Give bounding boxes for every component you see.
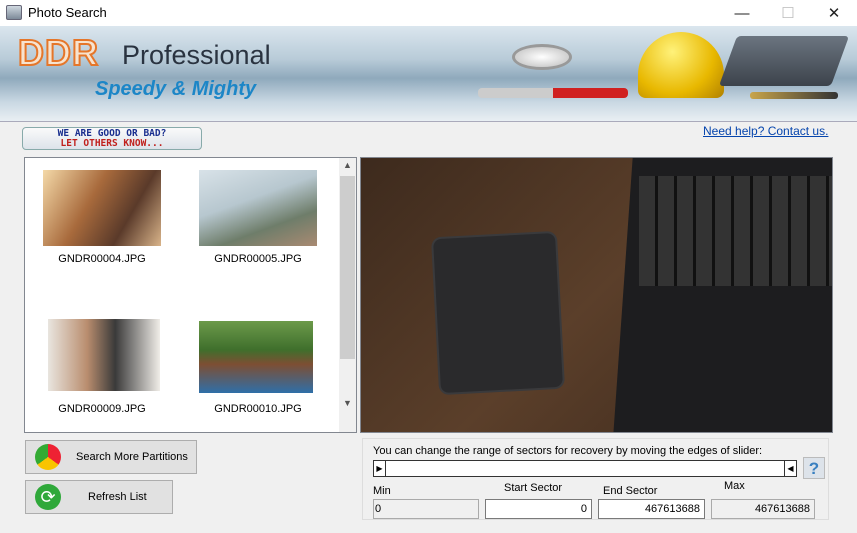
- book-icon: [718, 36, 850, 86]
- max-field: 467613688: [711, 499, 815, 519]
- search-more-label: Search More Partitions: [76, 451, 188, 463]
- pie-chart-icon: [35, 444, 61, 470]
- scroll-up-icon[interactable]: ▲: [343, 160, 352, 170]
- keyboard-image: [639, 176, 832, 286]
- photo-list[interactable]: GNDR00004.JPG GNDR00005.JPG GNDR00009.JP…: [24, 157, 357, 433]
- file-name: GNDR00004.JPG: [58, 253, 146, 265]
- feedback-button[interactable]: WE ARE GOOD OR BAD? LET OTHERS KNOW...: [22, 127, 202, 150]
- sector-instruction: You can change the range of sectors for …: [373, 445, 763, 457]
- thumbnail[interactable]: [48, 319, 160, 391]
- refresh-icon: ⟳: [35, 484, 61, 510]
- magnifier-icon: [512, 44, 572, 70]
- sector-range-group: You can change the range of sectors for …: [362, 438, 829, 520]
- pen-icon: [750, 92, 838, 99]
- logo-product: Professional: [122, 40, 271, 70]
- end-sector-input[interactable]: 467613688: [598, 499, 705, 519]
- file-name: GNDR00005.JPG: [214, 253, 302, 265]
- app-icon: [6, 5, 22, 20]
- help-button[interactable]: ?: [803, 457, 825, 479]
- refresh-list-button[interactable]: ⟳ Refresh List: [25, 480, 173, 514]
- hard-drive-image: [433, 232, 563, 394]
- close-button[interactable]: ✕: [811, 0, 857, 26]
- feedback-line2: LET OTHERS KNOW...: [60, 138, 164, 149]
- thumbnail[interactable]: [199, 321, 313, 393]
- min-field: 0: [373, 499, 479, 519]
- thumbnail[interactable]: [43, 170, 161, 246]
- logo-brand: DDR: [17, 31, 99, 74]
- help-link[interactable]: Need help? Contact us.: [703, 124, 828, 138]
- scrollbar[interactable]: ▲ ▼: [339, 158, 356, 432]
- minimize-button[interactable]: —: [719, 0, 765, 26]
- scroll-down-icon[interactable]: ▼: [343, 398, 352, 408]
- window-title: Photo Search: [28, 5, 107, 20]
- max-label: Max: [724, 480, 745, 492]
- search-more-partitions-button[interactable]: Search More Partitions: [25, 440, 197, 474]
- hard-hat-icon: [638, 32, 724, 98]
- slider-left-handle[interactable]: ▶: [374, 461, 386, 476]
- start-sector-input[interactable]: 0: [485, 499, 592, 519]
- banner: DDR Professional Speedy & Mighty: [0, 26, 857, 122]
- thumbnail[interactable]: [199, 170, 317, 246]
- refresh-label: Refresh List: [88, 491, 147, 503]
- logo-tagline: Speedy & Mighty: [95, 78, 257, 100]
- photo-preview: [360, 157, 833, 433]
- file-name: GNDR00009.JPG: [58, 403, 146, 415]
- min-label: Min: [373, 485, 391, 497]
- start-sector-label: Start Sector: [504, 482, 563, 494]
- title-bar: Photo Search — ☐ ✕: [0, 0, 857, 26]
- slider-right-handle[interactable]: ◀: [784, 461, 796, 476]
- end-sector-label: End Sector: [603, 485, 658, 497]
- maximize-button[interactable]: ☐: [765, 0, 811, 26]
- scroll-thumb[interactable]: [340, 176, 355, 359]
- file-name: GNDR00010.JPG: [214, 403, 302, 415]
- sector-range-slider[interactable]: ▶ ◀: [373, 460, 797, 477]
- screwdriver-icon: [478, 88, 628, 98]
